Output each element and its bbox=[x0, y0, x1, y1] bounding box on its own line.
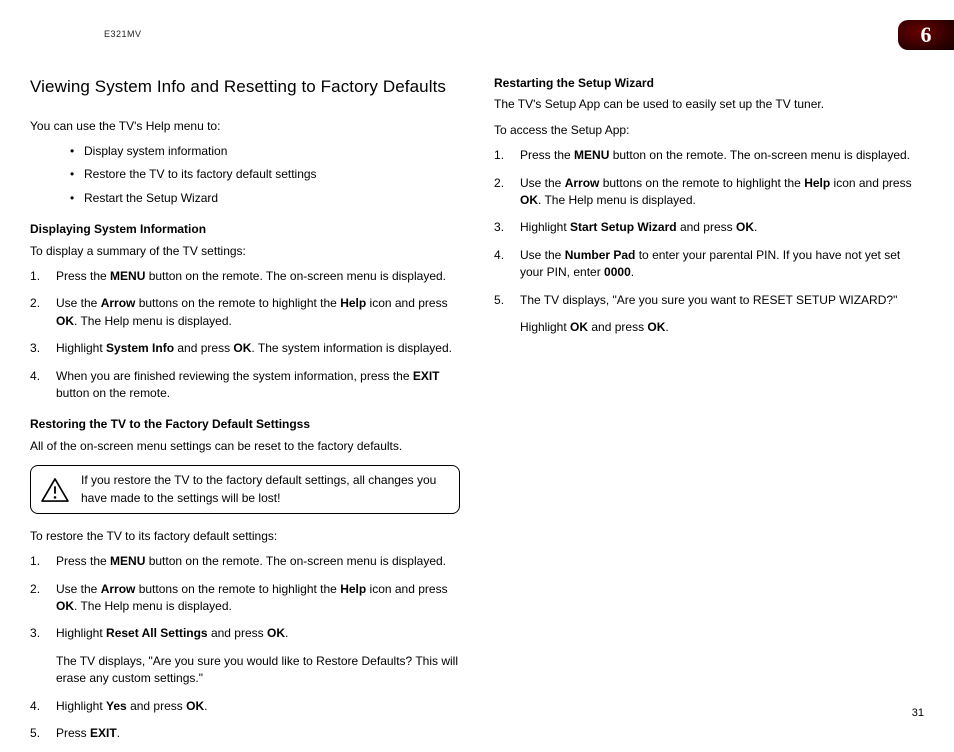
intro-bullets: Display system information Restore the T… bbox=[30, 143, 460, 207]
subheading-setup-wizard: Restarting the Setup Wizard bbox=[494, 75, 924, 92]
intro-text: You can use the TV's Help menu to: bbox=[30, 118, 460, 135]
list-item: Display system information bbox=[30, 143, 460, 160]
steps-display-info: Press the MENU button on the remote. The… bbox=[30, 268, 460, 402]
list-item: Press the MENU button on the remote. The… bbox=[494, 147, 924, 164]
steps-setup-wizard: Press the MENU button on the remote. The… bbox=[494, 147, 924, 336]
body-text: All of the on-screen menu settings can b… bbox=[30, 438, 460, 455]
left-column: Viewing System Info and Resetting to Fac… bbox=[30, 75, 460, 752]
list-item: Press the MENU button on the remote. The… bbox=[30, 553, 460, 570]
list-item: Use the Arrow buttons on the remote to h… bbox=[30, 581, 460, 616]
warning-box: If you restore the TV to the factory def… bbox=[30, 465, 460, 514]
list-item: Restore the TV to its factory default se… bbox=[30, 166, 460, 183]
subheading-display-info: Displaying System Information bbox=[30, 221, 460, 238]
subheading-restore-defaults: Restoring the TV to the Factory Default … bbox=[30, 416, 460, 433]
list-item: Use the Number Pad to enter your parenta… bbox=[494, 247, 924, 282]
list-item: Highlight Yes and press OK. bbox=[30, 698, 460, 715]
body-text: The TV's Setup App can be used to easily… bbox=[494, 96, 924, 113]
content-columns: Viewing System Info and Resetting to Fac… bbox=[30, 75, 924, 752]
list-item: Use the Arrow buttons on the remote to h… bbox=[494, 175, 924, 210]
right-column: Restarting the Setup Wizard The TV's Set… bbox=[494, 75, 924, 752]
page-number: 31 bbox=[912, 706, 924, 722]
chapter-tab: 6 bbox=[898, 20, 954, 50]
body-text: To restore the TV to its factory default… bbox=[30, 528, 460, 545]
list-item: Highlight Start Setup Wizard and press O… bbox=[494, 219, 924, 236]
body-text: To display a summary of the TV settings: bbox=[30, 243, 460, 260]
warning-icon bbox=[41, 478, 69, 502]
list-item: Press the MENU button on the remote. The… bbox=[30, 268, 460, 285]
list-item: Restart the Setup Wizard bbox=[30, 190, 460, 207]
page-heading: Viewing System Info and Resetting to Fac… bbox=[30, 75, 460, 100]
list-item: Use the Arrow buttons on the remote to h… bbox=[30, 295, 460, 330]
list-item: The TV displays, "Are you sure you want … bbox=[494, 292, 924, 337]
warning-text: If you restore the TV to the factory def… bbox=[81, 472, 449, 507]
list-item: Highlight System Info and press OK. The … bbox=[30, 340, 460, 357]
list-item: When you are finished reviewing the syst… bbox=[30, 368, 460, 403]
model-label: E321MV bbox=[104, 28, 142, 41]
list-item: Highlight Reset All Settings and press O… bbox=[30, 625, 460, 687]
steps-restore-defaults: Press the MENU button on the remote. The… bbox=[30, 553, 460, 742]
body-text: To access the Setup App: bbox=[494, 122, 924, 139]
list-item: Press EXIT. bbox=[30, 725, 460, 742]
